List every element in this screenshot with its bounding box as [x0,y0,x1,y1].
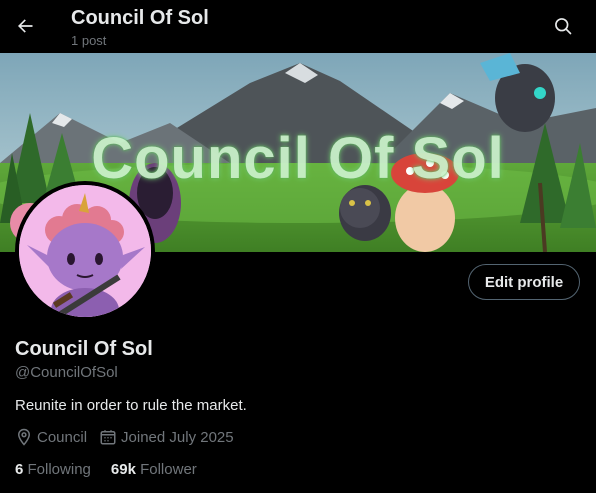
following-label: Following [27,461,91,478]
avatar-image [19,185,151,317]
follower-label: Follower [140,461,197,478]
location-text: Council [37,428,88,446]
profile-stats: 6 Following 69k Follower [15,461,217,478]
following-link[interactable]: 6 Following [15,461,91,478]
edit-profile-button[interactable]: Edit profile [468,264,580,300]
back-button[interactable] [8,9,42,43]
joined-item: Joined July 2025 [99,428,234,446]
profile-handle: @CouncilOfSol [15,364,118,381]
follower-count: 69k [110,461,136,478]
search-icon [555,18,572,35]
calendar-icon [100,430,116,445]
profile-name: Council Of Sol [15,338,153,360]
profile-avatar[interactable] [15,181,155,321]
post-count: 1 post [71,33,107,48]
followers-link[interactable]: 69k Follower [111,461,197,478]
profile-meta: Council Joined July 2025 [15,428,246,446]
location-pin-icon [17,428,31,446]
location-item: Council [15,428,87,446]
top-bar: Council Of Sol 1 post [0,0,596,53]
following-count: 6 [15,461,24,478]
header-title: Council Of Sol [71,7,209,29]
search-button[interactable] [546,9,580,43]
arrow-left-icon [18,19,33,33]
joined-text: Joined July 2025 [121,428,234,446]
profile-bio: Reunite in order to rule the market. [15,397,247,414]
